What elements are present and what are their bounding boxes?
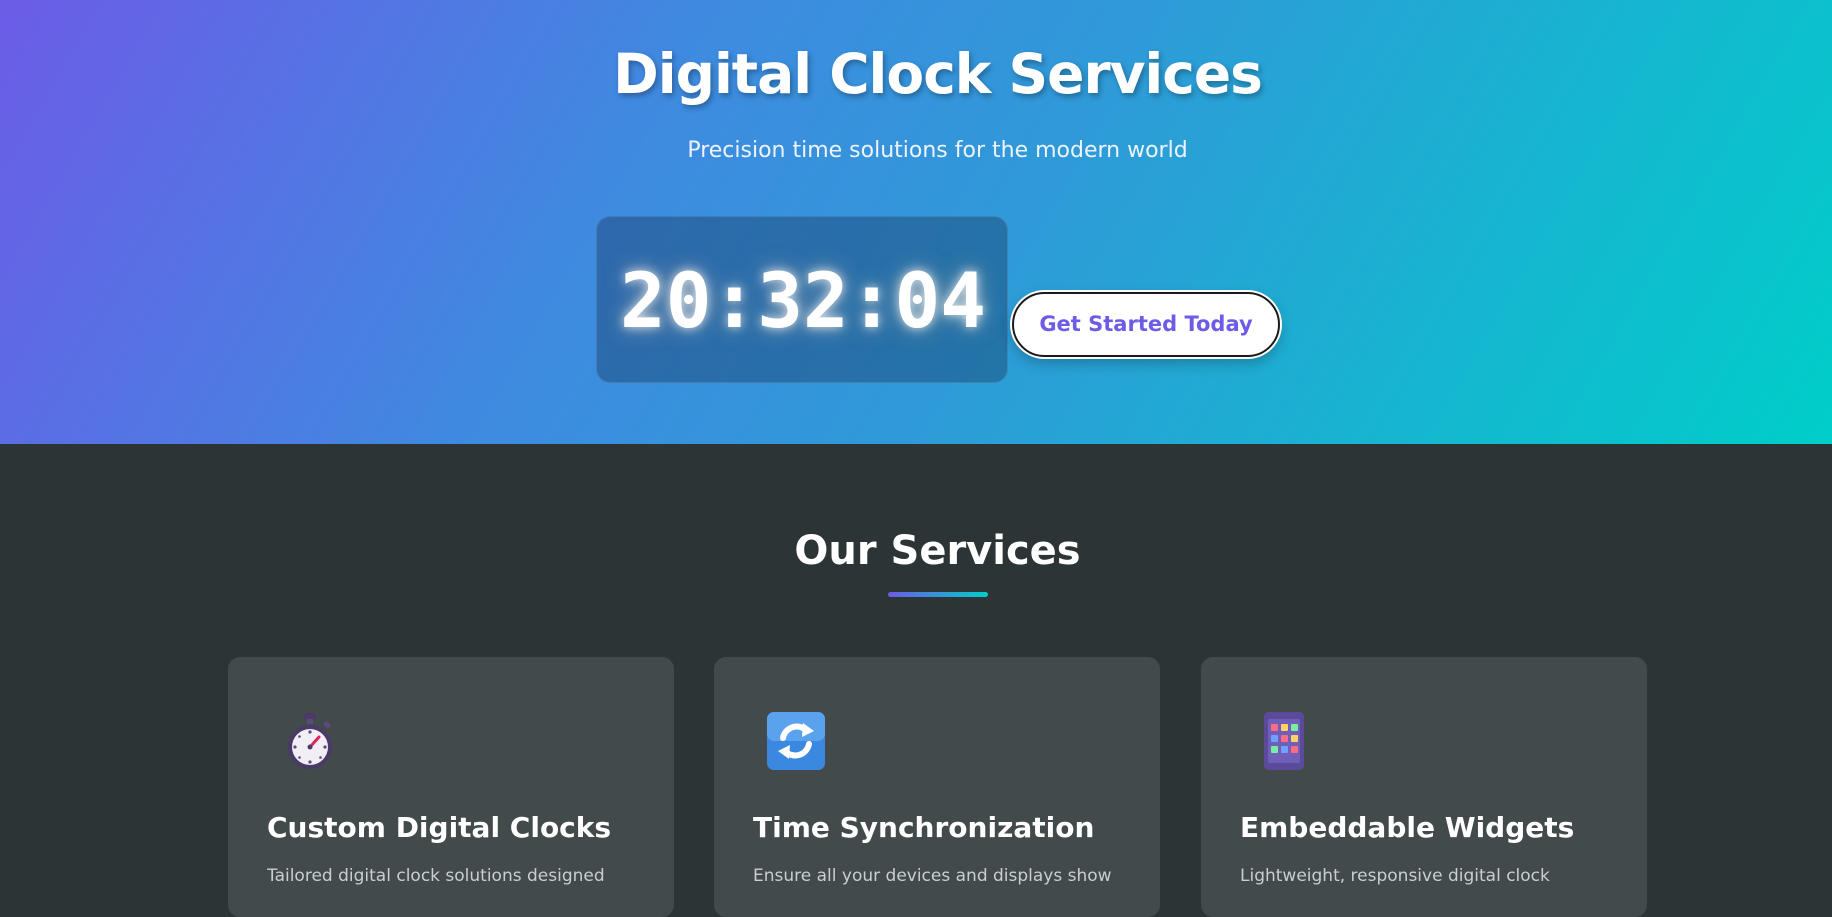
- digital-clock-display: 20:32:04: [596, 216, 1008, 383]
- service-card-custom-clocks[interactable]: Custom Digital Clocks Tailored digital c…: [228, 657, 674, 917]
- mobile-app-icon: [1264, 712, 1304, 770]
- service-card-widgets[interactable]: Embeddable Widgets Lightweight, responsi…: [1201, 657, 1647, 917]
- card-title: Time Synchronization: [753, 811, 1095, 844]
- service-card-time-sync[interactable]: Time Synchronization Ensure all your dev…: [714, 657, 1160, 917]
- clock-time: 20:32:04: [619, 256, 987, 345]
- card-description: Tailored digital clock solutions designe…: [267, 866, 605, 886]
- title-underline: [888, 592, 988, 597]
- card-title: Custom Digital Clocks: [267, 811, 612, 844]
- hero-section: Digital Clock Services Precision time so…: [0, 0, 1832, 444]
- hero-subtitle: Precision time solutions for the modern …: [687, 138, 1188, 163]
- services-section: Our Services Custom Digital Clocks Tailo…: [0, 444, 1832, 917]
- card-title: Embeddable Widgets: [1240, 811, 1575, 844]
- sync-arrows-icon: [767, 712, 825, 770]
- stopwatch-icon: [288, 713, 332, 769]
- services-title: Our Services: [794, 528, 1081, 574]
- get-started-button[interactable]: Get Started Today: [1012, 292, 1280, 357]
- card-description: Ensure all your devices and displays sho…: [753, 866, 1112, 886]
- card-description: Lightweight, responsive digital clock: [1240, 866, 1550, 886]
- hero-title: Digital Clock Services: [613, 42, 1263, 106]
